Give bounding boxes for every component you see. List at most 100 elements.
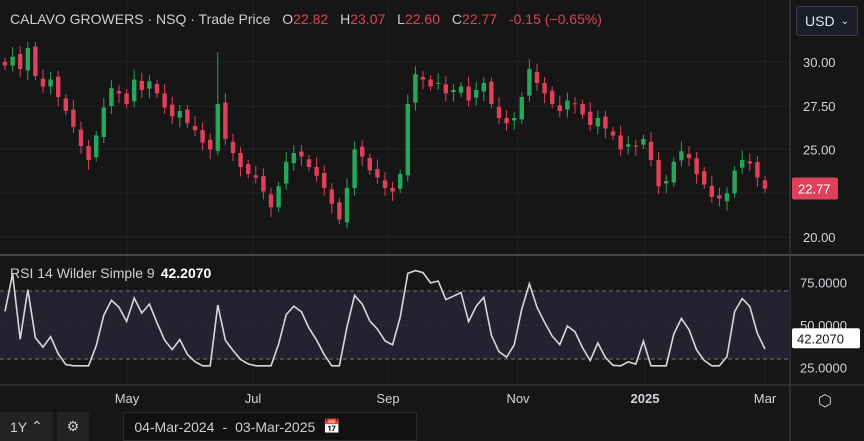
candle-body [648,141,654,160]
candle-body [557,105,562,111]
candle-body [481,83,486,92]
candle-body [519,97,524,120]
price-type: Trade Price [198,11,271,27]
low-value: 22.60 [404,11,441,27]
candle-body [686,154,692,159]
currency-select[interactable]: USD ⌄ [796,6,858,36]
candle-body [56,76,61,97]
candle-body [405,104,410,176]
candle-body [109,88,114,107]
candle-body [48,79,53,87]
candle-body [603,116,608,129]
candle-body [223,102,228,139]
bottom-toolbar: 1Y ⌃ ⚙ 04-Mar-2024 - 03-Mar-2025 📅 [0,412,418,441]
candle-body [542,83,547,94]
price-tick-label: 20.00 [803,230,836,245]
candle-body [352,149,357,188]
candle-body [246,164,251,174]
candle-body [299,151,304,157]
candle-body [147,81,152,89]
candle-body [177,111,182,118]
candle-body [78,129,84,146]
candle-body [747,161,752,164]
candle-body [291,153,296,164]
candle-body [702,171,707,185]
chart-settings-hex-icon[interactable]: ⬡ [818,391,832,411]
candle-body [208,139,213,150]
candle-body [740,160,745,168]
candle-body [610,131,616,136]
candle-body [641,139,646,145]
candle-body [314,167,319,176]
candle-body [420,77,426,80]
candle-body [527,69,532,96]
candle-body [215,104,220,151]
candle-body [344,188,350,223]
candle-body [375,169,380,178]
date-to: 03-Mar-2025 [235,418,316,435]
symbol-legend: CALAVO GROWERS · NSQ · Trade Price O22.8… [10,11,602,27]
chevron-down-icon: ⌄ [840,15,849,27]
candle-body [565,100,570,110]
calendar-icon: 📅 [323,418,341,434]
candle-body [451,90,456,93]
open-value: 22.82 [293,11,329,27]
candle-body [124,93,129,104]
candle-body [86,146,91,160]
symbol-name: CALAVO GROWERS [10,11,144,27]
candle-body [276,186,281,208]
candle-body [253,175,258,178]
change-value: -0.15 (−0.65%) [508,11,602,27]
last-rsi-label: 42.2070 [797,331,844,346]
candle-body [717,195,722,199]
candle-body [626,144,631,147]
candle-body [18,53,23,69]
candle-body [550,90,555,104]
candle-body [413,74,418,103]
price-tick-label: 27.50 [803,99,836,114]
candle-body [572,103,578,105]
candle-body [762,180,768,189]
close-value: 22.77 [462,11,498,27]
candle-body [595,118,600,127]
price-tick-label: 25.00 [803,143,836,158]
rsi-tick-label: 75.0000 [800,276,847,291]
candle-body [322,172,327,188]
gear-icon: ⚙ [66,418,80,434]
rsi-legend: RSI 14 Wilder Simple 9 42.2070 [10,265,212,281]
candle-body [360,146,365,157]
time-axis-label: 2025 [631,391,660,406]
candle-body [580,104,585,115]
date-range-picker[interactable]: 04-Mar-2024 - 03-Mar-2025 📅 [123,412,418,441]
candle-body [466,86,471,101]
candle-body [390,188,395,192]
candle-body [436,83,441,84]
settings-gear-button[interactable]: ⚙ [56,412,90,441]
price-chart[interactable]: 30.0027.5025.0022.5020.0022.7775.000050.… [0,0,864,441]
time-axis-label: Mar [754,391,777,406]
period-selector[interactable]: 1Y ⌃ [0,412,53,441]
chevron-up-icon: ⌃ [31,418,43,434]
candle-body [664,181,669,184]
candle-body [474,90,479,98]
candle-body [101,107,106,137]
candle-body [679,151,684,161]
candle-body [428,79,433,87]
candle-body [185,109,190,124]
candle-body [25,48,30,71]
candle-body [268,194,274,208]
price-tick-label: 30.00 [803,55,836,70]
candle-body [633,145,638,147]
candle-body [306,159,312,167]
date-from: 04-Mar-2024 [134,418,215,435]
candle-body [732,170,737,194]
candle-body [284,161,289,184]
candle-body [618,135,623,150]
candle-body [512,118,517,121]
candle-body [10,56,15,66]
candle-body [337,202,342,220]
high-value: 23.07 [350,11,386,27]
time-axis-label: Sep [376,391,399,406]
last-price-label: 22.77 [798,182,831,197]
candle-body [170,104,175,117]
